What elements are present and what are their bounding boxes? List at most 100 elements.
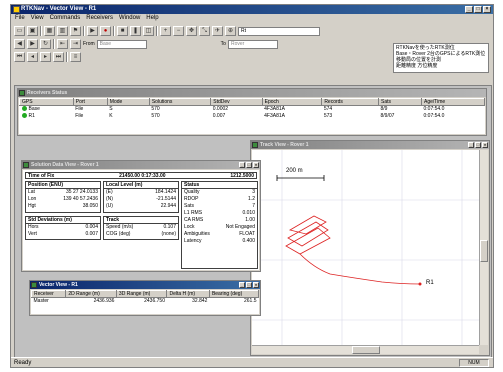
flag-icon[interactable]: ⚑ (70, 26, 81, 36)
track-close-button[interactable]: × (482, 142, 488, 148)
col-sats[interactable]: Sats (378, 98, 422, 106)
prev-icon[interactable]: ◀ (14, 39, 25, 49)
track-plot[interactable]: 200 m R1 (252, 150, 479, 345)
menu-view[interactable]: View (31, 14, 44, 23)
scale-label: 200 m (286, 168, 303, 174)
zoom-in-icon[interactable]: + (160, 26, 171, 36)
receivers-list: GPS Port Mode Solutions StdDev Epoch Rec… (19, 98, 485, 134)
table-row[interactable]: R1 File K 570 0.007 4F3A81A 573 8/9/07 0… (20, 113, 485, 120)
menu-receivers[interactable]: Receivers (86, 14, 113, 23)
status-bar: Ready NUM (11, 357, 493, 367)
menu-window[interactable]: Window (119, 14, 140, 23)
target-icon[interactable]: ⊕ (225, 26, 236, 36)
play-icon[interactable]: ▶ (87, 26, 98, 36)
local-level-box: Local Level (m) (E) 184.1424 (N) -21.5144 … (103, 181, 179, 213)
grid-icon[interactable]: ▦ (44, 26, 55, 36)
left-icon[interactable]: ⇤ (57, 39, 68, 49)
track-icon (252, 142, 258, 148)
vector-minimize-button[interactable]: _ (239, 282, 245, 288)
first-icon[interactable]: ⏮ (14, 52, 25, 62)
track-title: Track View - Rover 1 (260, 142, 309, 148)
receivers-title: Receivers Status (27, 90, 68, 96)
forward-icon[interactable]: ▸ (40, 52, 51, 62)
vector-header-row: Receiver 2D Range (m) 3D Range (m) Delta… (31, 290, 259, 298)
col-3d-range[interactable]: 3D Range (m) (115, 290, 168, 298)
solution-panel: Time of Fix 21450.00 0:17:33.00 1212.500… (23, 170, 259, 270)
time-of-fix-row: Time of Fix 21450.00 0:17:33.00 1212.500… (25, 172, 257, 179)
satellite-icon[interactable]: ✈ (212, 26, 223, 36)
col-bearing[interactable]: Bearing (deg) (208, 290, 259, 298)
rover-point (418, 282, 422, 286)
solution-minimize-button[interactable]: _ (239, 162, 245, 168)
record-icon[interactable]: ● (100, 26, 111, 36)
stop-icon[interactable]: ■ (117, 26, 128, 36)
last-icon[interactable]: ⏭ (53, 52, 64, 62)
vector-maximize-button[interactable]: □ (246, 282, 252, 288)
refresh-icon[interactable]: ↻ (40, 39, 51, 49)
back-icon[interactable]: ◂ (27, 52, 38, 62)
col-epoch[interactable]: Epoch (261, 98, 323, 106)
menu-commands[interactable]: Commands (50, 14, 81, 23)
col-gps[interactable]: GPS (19, 98, 74, 106)
col-stddev[interactable]: StdDev (210, 98, 263, 106)
next-icon[interactable]: ▶ (27, 39, 38, 49)
track-maximize-button[interactable]: □ (475, 142, 481, 148)
receivers-status-window: Receivers Status GPS Port Mode Solutions… (17, 88, 487, 136)
receivers-header-row: GPS Port Mode Solutions StdDev Epoch Rec… (19, 98, 485, 106)
status-text: Ready (14, 360, 32, 366)
col-port[interactable]: Port (72, 98, 108, 106)
menu-file[interactable]: File (15, 14, 25, 23)
pan-icon[interactable]: ✥ (186, 26, 197, 36)
solution-maximize-button[interactable]: □ (246, 162, 252, 168)
std-deviation-box: Std Deviations (m) Hors 0.004 Vert 0.007 (25, 216, 101, 240)
gps-icon (19, 90, 25, 96)
col-receiver[interactable]: Receiver (31, 290, 67, 298)
from-field[interactable]: Base (96, 39, 147, 49)
status-dot-icon (21, 106, 27, 112)
col-age[interactable]: Age/Time (421, 98, 485, 106)
measure-icon[interactable]: ⤡ (199, 26, 210, 36)
col-mode[interactable]: Mode (106, 98, 150, 106)
table-row[interactable]: Master 2436.936 2436.750 32.842 261.5 (32, 298, 259, 305)
to-label: To (220, 41, 226, 47)
track-canvas: 200 m R1 (252, 150, 479, 345)
col-2d-range[interactable]: 2D Range (m) (65, 290, 117, 298)
toolbar-main: ▭ ▣ ▦ ▥ ⚑ ▶ ● ■ ❚ ◫ + − ✥ ⤡ ✈ ⊕ Rt (14, 25, 320, 37)
mdi-area: Receivers Status GPS Port Mode Solutions… (14, 85, 492, 358)
view-icon[interactable]: ◫ (143, 26, 154, 36)
data-icon (23, 162, 29, 168)
toolbar-vector: ◀ ▶ ↻ ⇤ ⇥ From Base To Rover (14, 38, 278, 50)
solution-title: Solution Data View - Rover 1 (31, 162, 99, 168)
scroll-thumb[interactable] (352, 346, 380, 354)
to-field[interactable]: Rover (227, 39, 278, 49)
vector-list: Receiver 2D Range (m) 3D Range (m) Delta… (31, 290, 259, 314)
vector-close-button[interactable]: × (253, 282, 259, 288)
vector-icon (31, 282, 37, 288)
menu-help[interactable]: Help (146, 14, 158, 23)
scroll-thumb[interactable] (480, 240, 488, 262)
list-icon[interactable]: ≡ (70, 52, 81, 62)
title-bar: RTKNav - Vector View - R1 _ □ × (11, 5, 493, 14)
solution-close-button[interactable]: × (253, 162, 259, 168)
vector-title: Vector View - R1 (39, 282, 78, 288)
right-icon[interactable]: ⇥ (70, 39, 81, 49)
col-records[interactable]: Records (321, 98, 380, 106)
maximize-button[interactable]: □ (474, 6, 482, 13)
minimize-button[interactable]: _ (465, 6, 473, 13)
menu-bar: File View Commands Receivers Window Help (11, 14, 493, 23)
chart-icon[interactable]: ▥ (57, 26, 68, 36)
receiver-select[interactable]: Rt (238, 26, 320, 36)
track-minimize-button[interactable]: _ (468, 142, 474, 148)
new-icon[interactable]: ▭ (14, 26, 25, 36)
close-button[interactable]: × (483, 6, 491, 13)
col-solutions[interactable]: Solutions (148, 98, 212, 106)
app-icon (13, 6, 20, 13)
pause-icon[interactable]: ❚ (130, 26, 141, 36)
col-delta-h[interactable]: Delta H (m) (166, 290, 210, 298)
table-row[interactable]: Base File S 570 0.0002 4F3A81A 574 8/9 0… (20, 106, 485, 113)
zoom-out-icon[interactable]: − (173, 26, 184, 36)
open-icon[interactable]: ▣ (27, 26, 38, 36)
vertical-scrollbar[interactable] (479, 150, 488, 345)
horizontal-scrollbar[interactable] (252, 345, 479, 354)
rover-label: R1 (426, 280, 434, 286)
